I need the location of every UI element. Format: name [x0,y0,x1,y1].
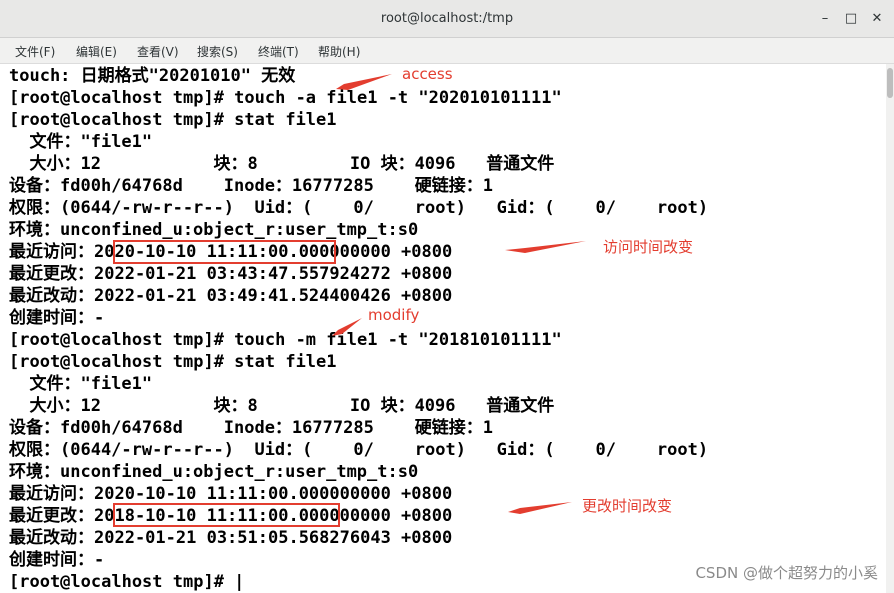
title-bar: root@localhost:/tmp – □ ✕ [0,0,894,38]
menu-bar: 文件(F) 编辑(E) 查看(V) 搜索(S) 终端(T) 帮助(H) [0,38,894,64]
window-title: root@localhost:/tmp [380,11,514,26]
watermark: CSDN @做个超努力的小奚 [695,564,878,582]
terminal-line: 权限：(0644/-rw-r--r--) Uid：( 0/ root) Gid：… [9,198,709,218]
terminal-prompt[interactable]: [root@localhost tmp]# | [9,571,244,593]
menu-search[interactable]: 搜索(S) [197,43,238,60]
annotation-access: access [402,65,453,83]
menu-view[interactable]: 查看(V) [137,43,179,60]
terminal-line: 环境：unconfined_u:object_r:user_tmp_t:s0 [9,462,419,482]
terminal-line: 文件："file1" [9,374,153,394]
terminal-line: 最近访问：2020-10-10 11:11:00.000000000 +0800 [9,484,453,504]
terminal-line: 设备：fd00h/64768d Inode：16777285 硬链接：1 [9,418,493,438]
terminal-line: 创建时间：- [9,308,105,328]
terminal-line: touch: 日期格式"20201010" 无效 [9,66,296,86]
terminal-line: 权限：(0644/-rw-r--r--) Uid：( 0/ root) Gid：… [9,440,709,460]
annotation-access-changed: 访问时间改变 [603,238,694,256]
minimize-icon[interactable]: – [814,8,836,30]
scrollbar-thumb[interactable] [887,68,893,98]
terminal-line: 最近改动：2022-01-21 03:49:41.524400426 +0800 [9,286,453,306]
terminal-line: 文件："file1" [9,132,153,152]
scrollbar[interactable] [886,64,894,593]
terminal-line: 设备：fd00h/64768d Inode：16777285 硬链接：1 [9,176,493,196]
annotation-modify: modify [368,306,420,324]
highlight-box-modify [113,503,340,527]
menu-file[interactable]: 文件(F) [15,43,55,60]
menu-edit[interactable]: 编辑(E) [76,43,117,60]
terminal-line: 大小：12 块：8 IO 块：4096 普通文件 [9,396,555,416]
terminal-line: 创建时间：- [9,550,105,570]
terminal-line: [root@localhost tmp]# touch -m file1 -t … [9,330,562,350]
close-icon[interactable]: ✕ [866,8,888,30]
annotation-modify-changed: 更改时间改变 [582,497,673,515]
terminal-line: [root@localhost tmp]# stat file1 [9,110,337,130]
menu-help[interactable]: 帮助(H) [318,43,360,60]
terminal-line: 大小：12 块：8 IO 块：4096 普通文件 [9,154,555,174]
terminal-line: 环境：unconfined_u:object_r:user_tmp_t:s0 [9,220,419,240]
terminal-line: 最近更改：2022-01-21 03:43:47.557924272 +0800 [9,264,453,284]
terminal-line: [root@localhost tmp]# touch -a file1 -t … [9,88,562,108]
terminal-line: [root@localhost tmp]# stat file1 [9,352,337,372]
maximize-icon[interactable]: □ [840,8,862,30]
highlight-box-access [113,240,336,264]
terminal-line: 最近改动：2022-01-21 03:51:05.568276043 +0800 [9,528,453,548]
menu-terminal[interactable]: 终端(T) [258,43,299,60]
